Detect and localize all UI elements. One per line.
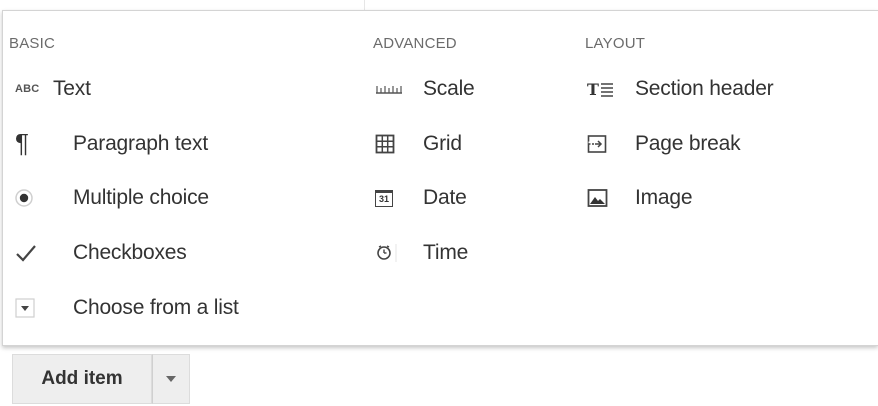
menu-item-multiple-choice[interactable]: Multiple choice (9, 180, 209, 216)
menu-item-checkboxes[interactable]: Checkboxes (9, 235, 187, 271)
checkmark-icon (9, 235, 49, 271)
layout-header: LAYOUT (585, 35, 646, 52)
pilcrow-icon: ¶ (15, 128, 29, 158)
menu-item-label: Image (635, 186, 693, 209)
menu-item-label: Time (423, 241, 469, 264)
clock-icon (373, 235, 413, 271)
menu-item-time[interactable]: Time (373, 235, 468, 271)
caret-down-icon (165, 370, 177, 388)
page-break-icon (585, 126, 625, 162)
background-divider (364, 0, 365, 10)
menu-item-paragraph-text[interactable]: ¶ Paragraph text (9, 126, 208, 162)
menu-item-page-break[interactable]: Page break (585, 126, 741, 162)
basic-header: BASIC (9, 35, 56, 52)
menu-item-scale[interactable]: Scale (373, 71, 475, 107)
radio-button-icon (9, 180, 49, 216)
add-item-menu: BASIC ABC Text ¶ Paragraph text Multiple… (2, 10, 878, 346)
menu-item-label: Page break (635, 132, 741, 155)
menu-item-text[interactable]: ABC Text (9, 71, 91, 107)
menu-item-label: Paragraph text (73, 132, 208, 155)
image-icon (585, 180, 625, 216)
menu-item-label: Section header (635, 77, 774, 100)
menu-item-label: Checkboxes (73, 241, 187, 264)
add-item-group: Add item (12, 354, 190, 404)
menu-item-label: Date (423, 186, 467, 209)
grid-icon (373, 126, 413, 162)
calendar-icon: 31 (373, 180, 413, 216)
scale-ruler-icon (373, 71, 413, 107)
menu-item-label: Choose from a list (73, 296, 239, 319)
add-item-dropdown-button[interactable] (152, 354, 190, 404)
menu-item-choose-from-list[interactable]: Choose from a list (9, 290, 239, 326)
dropdown-list-icon (9, 290, 49, 326)
menu-item-date[interactable]: 31 Date (373, 180, 467, 216)
section-header-icon: T (585, 71, 625, 107)
menu-item-grid[interactable]: Grid (373, 126, 462, 162)
menu-item-section-header[interactable]: T Section header (585, 71, 774, 107)
menu-item-image[interactable]: Image (585, 180, 693, 216)
menu-item-label: Grid (423, 132, 462, 155)
menu-item-label: Text (53, 77, 91, 100)
advanced-header: ADVANCED (373, 35, 457, 52)
menu-item-label: Scale (423, 77, 475, 100)
menu-item-label: Multiple choice (73, 186, 209, 209)
abc-text-icon: ABC (15, 83, 40, 95)
svg-text:T: T (587, 80, 599, 98)
add-item-button[interactable]: Add item (12, 354, 152, 404)
